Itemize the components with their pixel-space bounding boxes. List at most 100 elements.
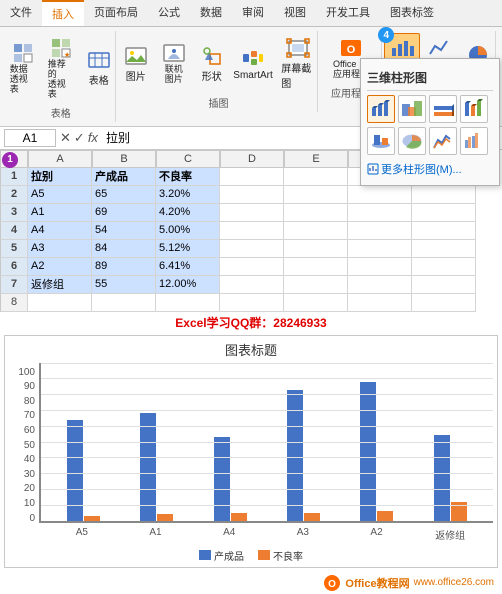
row-header-5: 5 — [0, 240, 28, 258]
shapes-button[interactable]: 形状 — [194, 41, 230, 86]
tab-file[interactable]: 文件 — [0, 0, 42, 26]
cell-e5[interactable] — [284, 240, 348, 258]
fx-icon[interactable]: fx — [88, 130, 98, 145]
cell-c6[interactable]: 6.41% — [156, 258, 220, 276]
cell-e2[interactable] — [284, 186, 348, 204]
cell-d3[interactable] — [220, 204, 284, 222]
online-picture-button[interactable]: 联机图片 — [156, 38, 192, 88]
cell-a6[interactable]: A2 — [28, 258, 92, 276]
smartart-button[interactable]: SmartArt — [232, 43, 275, 84]
cell-d4[interactable] — [220, 222, 284, 240]
cell-c7[interactable]: 12.00% — [156, 276, 220, 294]
col-header-B[interactable]: B — [92, 150, 156, 168]
cell-c3[interactable]: 4.20% — [156, 204, 220, 222]
tab-developer[interactable]: 开发工具 — [316, 0, 380, 26]
cell-a8[interactable] — [28, 294, 92, 312]
cell-c5[interactable]: 5.12% — [156, 240, 220, 258]
cell-d8[interactable] — [220, 294, 284, 312]
bar-group-2 — [196, 363, 265, 521]
cell-f6[interactable] — [348, 258, 412, 276]
cell-f4[interactable] — [348, 222, 412, 240]
more-charts-link[interactable]: 更多柱形图(M)... — [367, 159, 493, 179]
recommended-pivot-button[interactable]: ★ 推荐的透视表 — [43, 33, 79, 103]
tab-review[interactable]: 审阅 — [232, 0, 274, 26]
cell-d2[interactable] — [220, 186, 284, 204]
tab-formula[interactable]: 公式 — [148, 0, 190, 26]
cell-d6[interactable] — [220, 258, 284, 276]
chart-option-3d-3[interactable] — [429, 95, 457, 123]
cell-e7[interactable] — [284, 276, 348, 294]
bar-product-2 — [214, 437, 230, 521]
chart-option-3d-7[interactable] — [429, 127, 457, 155]
svg-text:O: O — [347, 44, 356, 56]
table-row: 5 A3 84 5.12% — [0, 240, 476, 258]
cell-f3[interactable] — [348, 204, 412, 222]
chart-option-3d-6[interactable] — [398, 127, 426, 155]
cell-g4[interactable] — [412, 222, 476, 240]
cell-g3[interactable] — [412, 204, 476, 222]
cell-f8[interactable] — [348, 294, 412, 312]
cell-c4[interactable]: 5.00% — [156, 222, 220, 240]
cell-e3[interactable] — [284, 204, 348, 222]
cell-e1[interactable] — [284, 168, 348, 186]
cell-e8[interactable] — [284, 294, 348, 312]
picture-button[interactable]: 图片 — [118, 41, 154, 86]
cell-g7[interactable] — [412, 276, 476, 294]
confirm-icon[interactable]: ✓ — [74, 130, 85, 146]
col-header-C[interactable]: C — [156, 150, 220, 168]
pivot-table-button[interactable]: 数据透视表 — [5, 38, 41, 98]
cell-f2[interactable] — [348, 186, 412, 204]
cell-b6[interactable]: 89 — [92, 258, 156, 276]
cell-g2[interactable] — [412, 186, 476, 204]
chart-option-3d-2[interactable] — [398, 95, 426, 123]
cell-c1[interactable]: 不良率 — [156, 168, 220, 186]
cell-b4[interactable]: 54 — [92, 222, 156, 240]
cell-b5[interactable]: 84 — [92, 240, 156, 258]
cell-d1[interactable] — [220, 168, 284, 186]
chart-option-3d-4[interactable] — [460, 95, 488, 123]
table-row: 6 A2 89 6.41% — [0, 258, 476, 276]
tab-view[interactable]: 视图 — [274, 0, 316, 26]
cell-a2[interactable]: A5 — [28, 186, 92, 204]
cell-g8[interactable] — [412, 294, 476, 312]
chart-option-3d-5[interactable] — [367, 127, 395, 155]
cell-d7[interactable] — [220, 276, 284, 294]
cell-f7[interactable] — [348, 276, 412, 294]
cell-a7[interactable]: 返修组 — [28, 276, 92, 294]
chart-option-3d-8[interactable] — [460, 127, 488, 155]
cell-b1[interactable]: 产成品 — [92, 168, 156, 186]
col-header-D[interactable]: D — [220, 150, 284, 168]
tab-insert[interactable]: 插入 — [42, 0, 84, 26]
cell-b3[interactable]: 69 — [92, 204, 156, 222]
row-header-4: 4 — [0, 222, 28, 240]
cell-b8[interactable] — [92, 294, 156, 312]
tab-page-layout[interactable]: 页面布局 — [84, 0, 148, 26]
cell-a5[interactable]: A3 — [28, 240, 92, 258]
screenshot-button[interactable]: 屏幕截图 — [276, 33, 319, 93]
col-header-A[interactable]: A — [28, 150, 92, 168]
cell-a1[interactable]: 拉别 — [28, 168, 92, 186]
cell-c8[interactable] — [156, 294, 220, 312]
cell-e4[interactable] — [284, 222, 348, 240]
cell-g6[interactable] — [412, 258, 476, 276]
cell-a3[interactable]: A1 — [28, 204, 92, 222]
cell-reference[interactable] — [4, 129, 56, 147]
tab-data[interactable]: 数据 — [190, 0, 232, 26]
3d-chart-dropdown: 三维柱形图 — [360, 58, 500, 186]
cell-c2[interactable]: 3.20% — [156, 186, 220, 204]
tab-chart-tag[interactable]: 图表标签 — [380, 0, 444, 26]
bar-product-3 — [287, 390, 303, 521]
cell-e6[interactable] — [284, 258, 348, 276]
col-header-E[interactable]: E — [284, 150, 348, 168]
table-button[interactable]: 表格 — [81, 45, 117, 90]
cell-b2[interactable]: 65 — [92, 186, 156, 204]
y-label-60: 60 — [24, 425, 35, 436]
cancel-icon[interactable]: ✕ — [60, 130, 71, 146]
chart-option-3d-1[interactable] — [367, 95, 395, 123]
cell-g5[interactable] — [412, 240, 476, 258]
cell-d5[interactable] — [220, 240, 284, 258]
y-label-50: 50 — [24, 440, 35, 451]
cell-b7[interactable]: 55 — [92, 276, 156, 294]
cell-a4[interactable]: A4 — [28, 222, 92, 240]
cell-f5[interactable] — [348, 240, 412, 258]
